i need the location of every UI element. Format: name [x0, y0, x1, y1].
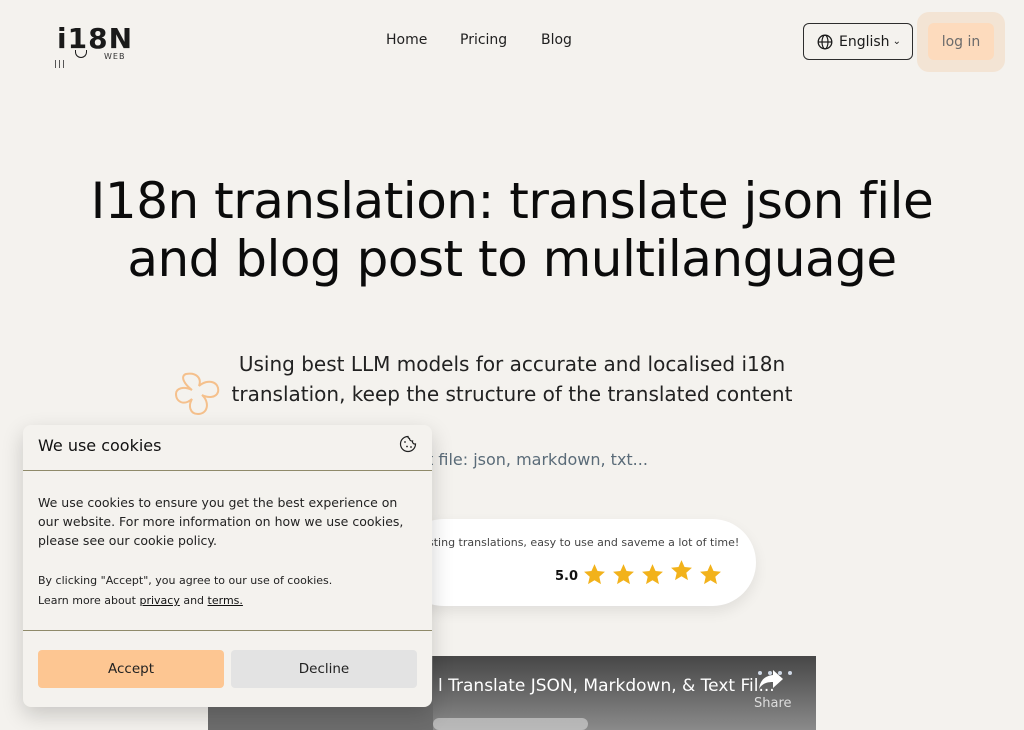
hero-subtitle: Using best LLM models for accurate and l… [200, 349, 824, 409]
review-score: 5.0 [555, 569, 579, 584]
nav-pricing-link[interactable]: Pricing [460, 32, 507, 48]
accept-cookies-button[interactable]: Accept [38, 650, 224, 688]
review-card: sting translations, easy to use and save… [400, 519, 756, 606]
share-label[interactable]: Share [754, 696, 792, 711]
cookie-divider [23, 630, 432, 631]
cookie-learn-more: Learn more about privacy and terms. [38, 591, 413, 611]
share-icon[interactable] [758, 668, 784, 690]
learn-more-prefix: Learn more about [38, 594, 136, 607]
star-icon [613, 564, 634, 585]
privacy-link[interactable]: privacy [139, 594, 179, 607]
video-caption [433, 718, 588, 730]
site-logo[interactable]: i18N WEB [55, 20, 132, 68]
hero-title-line-1: I18n translation: translate json file [90, 172, 934, 230]
globe-icon [817, 34, 833, 49]
cookie-icon [399, 435, 417, 453]
hero-subtitle-line-2: translation, keep the structure of the t… [231, 382, 793, 406]
hero-title: I18n translation: translate json file an… [0, 172, 1024, 288]
rating-stars [582, 560, 723, 587]
star-icon [642, 564, 663, 585]
decline-cookies-button[interactable]: Decline [231, 650, 417, 688]
cookie-description: We use cookies to ensure you get the bes… [38, 495, 404, 548]
login-button[interactable]: log in [928, 23, 994, 60]
cookie-dialog-header: We use cookies [23, 425, 432, 471]
language-selector[interactable]: English ⌄ [803, 23, 913, 60]
review-quote: sting translations, easy to use and save… [428, 536, 740, 549]
video-progress-dots [758, 660, 808, 675]
cookie-consent-text: By clicking "Accept", you agree to our u… [38, 574, 333, 587]
site-header: i18N WEB Home Pricing Blog English ⌄ log… [0, 0, 1024, 84]
hero-subtitle-line-1: Using best LLM models for accurate and l… [238, 352, 786, 376]
cookie-dialog-title: We use cookies [38, 436, 162, 455]
logo-subtext: WEB [104, 52, 126, 61]
terms-link[interactable]: terms. [208, 594, 243, 607]
cookie-consent-info: By clicking "Accept", you agree to our u… [38, 571, 413, 611]
logo-ticks [55, 53, 67, 68]
supported-formats-text: t file: json, markdown, txt... [427, 450, 648, 469]
video-title[interactable]: l Translate JSON, Markdown, & Text Fil..… [438, 676, 775, 696]
cookie-dialog: We use cookies We use cookies to ensure … [23, 425, 432, 707]
chevron-down-icon: ⌄ [892, 36, 901, 47]
star-icon [700, 564, 721, 585]
hero-title-line-2: and blog post to multilanguage [127, 230, 897, 288]
nav-home-link[interactable]: Home [386, 32, 427, 48]
star-icon [584, 564, 605, 585]
nav-blog-link[interactable]: Blog [541, 32, 572, 48]
and-text: and [183, 594, 205, 607]
language-label: English [839, 33, 890, 50]
star-icon [671, 560, 692, 581]
